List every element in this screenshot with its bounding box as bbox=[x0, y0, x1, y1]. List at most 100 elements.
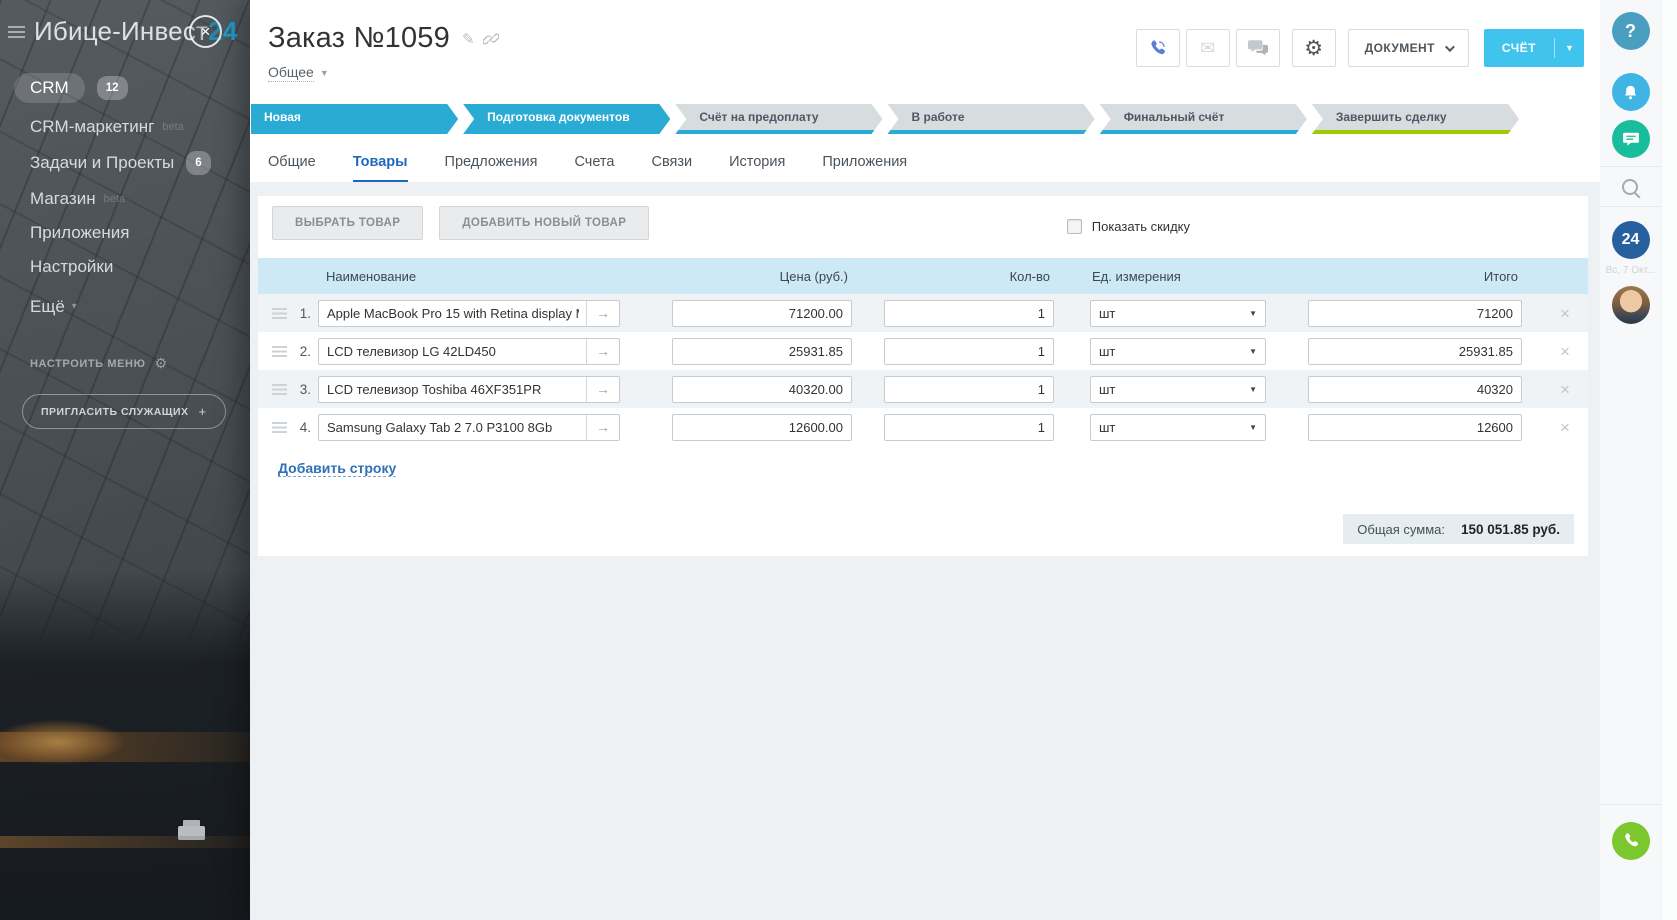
total-input[interactable] bbox=[1308, 414, 1522, 441]
open-product-arrow-icon[interactable]: → bbox=[586, 377, 619, 402]
order-total: Общая сумма: 150 051.85 руб. bbox=[1343, 514, 1574, 544]
add-new-product-button[interactable]: ДОБАВИТЬ НОВЫЙ ТОВАР bbox=[439, 206, 649, 240]
quantity-input[interactable] bbox=[884, 414, 1054, 441]
open-product-arrow-icon[interactable]: → bbox=[586, 301, 619, 326]
messenger-button[interactable] bbox=[1612, 120, 1650, 158]
stage-in-progress[interactable]: В работе bbox=[888, 104, 1095, 134]
drag-handle-icon[interactable] bbox=[272, 384, 287, 395]
tab-invoices[interactable]: Счета bbox=[574, 154, 614, 182]
close-slider-button[interactable]: × bbox=[189, 15, 222, 48]
stage-final-invoice[interactable]: Финальный счёт bbox=[1100, 104, 1307, 134]
order-tabs: Общие Товары Предложения Счета Связи Ист… bbox=[250, 134, 1600, 182]
show-discount-label: Показать скидку bbox=[1092, 219, 1190, 234]
bitrix24-badge[interactable]: 24 bbox=[1612, 221, 1650, 259]
beta-tag: beta bbox=[104, 189, 125, 209]
invite-employees-button[interactable]: ПРИГЛАСИТЬ СЛУЖАЩИХ + bbox=[22, 394, 226, 429]
delete-row-button[interactable]: × bbox=[1556, 419, 1574, 436]
unit-select[interactable]: шт▼ bbox=[1090, 300, 1266, 327]
total-input[interactable] bbox=[1308, 338, 1522, 365]
price-input[interactable] bbox=[672, 300, 852, 327]
notifications-button[interactable] bbox=[1612, 73, 1650, 111]
sidebar-item-tasks-projects[interactable]: Задачи и Проекты 6 bbox=[30, 151, 252, 175]
tab-proposals[interactable]: Предложения bbox=[445, 154, 538, 182]
main-menu: CRM 12 CRM-маркетинг beta Задачи и Проек… bbox=[30, 73, 252, 317]
drag-handle-icon[interactable] bbox=[272, 308, 287, 319]
right-rail: ? 24 Вс, 7 Окт... bbox=[1600, 0, 1677, 920]
product-name-input[interactable] bbox=[318, 300, 620, 327]
open-product-arrow-icon[interactable]: → bbox=[586, 415, 619, 440]
chat-button[interactable] bbox=[1236, 29, 1280, 67]
order-panel: Заказ №1059 ✎ Общее ▼ ✉ ⚙ bbox=[250, 0, 1600, 920]
crm-counter-badge: 12 bbox=[97, 76, 128, 100]
quantity-input[interactable] bbox=[884, 376, 1054, 403]
sidebar-item-store[interactable]: Магазин beta bbox=[30, 189, 252, 209]
price-input[interactable] bbox=[672, 414, 852, 441]
delete-row-button[interactable]: × bbox=[1556, 305, 1574, 322]
show-discount-toggle[interactable]: Показать скидку bbox=[1067, 219, 1190, 234]
tab-products[interactable]: Товары bbox=[353, 154, 408, 182]
price-input[interactable] bbox=[672, 338, 852, 365]
tab-relations[interactable]: Связи bbox=[651, 154, 692, 182]
chevron-down-icon: ▼ bbox=[1249, 385, 1257, 394]
total-input[interactable] bbox=[1308, 300, 1522, 327]
search-icon[interactable] bbox=[1621, 178, 1641, 198]
chevron-down-icon: ▼ bbox=[1249, 423, 1257, 432]
price-input[interactable] bbox=[672, 376, 852, 403]
product-name-input[interactable] bbox=[318, 338, 620, 365]
row-number: 3. bbox=[292, 382, 318, 397]
beta-tag: beta bbox=[162, 117, 183, 137]
invoice-button[interactable]: СЧЁТ bbox=[1484, 29, 1554, 67]
select-product-button[interactable]: ВЫБРАТЬ ТОВАР bbox=[272, 206, 423, 240]
user-avatar[interactable] bbox=[1612, 286, 1650, 324]
product-name-input[interactable] bbox=[318, 376, 620, 403]
tab-history[interactable]: История bbox=[729, 154, 785, 182]
help-button[interactable]: ? bbox=[1612, 12, 1650, 50]
add-row-link[interactable]: Добавить строку bbox=[278, 460, 396, 477]
sidebar-item-apps[interactable]: Приложения bbox=[30, 223, 252, 243]
sidebar-item-crm-marketing[interactable]: CRM-маркетинг beta bbox=[30, 117, 252, 137]
delete-row-button[interactable]: × bbox=[1556, 343, 1574, 360]
unit-select[interactable]: шт▼ bbox=[1090, 376, 1266, 403]
sidebar-item-more[interactable]: Ещё ▾ bbox=[30, 297, 252, 317]
tab-general[interactable]: Общие bbox=[268, 154, 316, 182]
hamburger-menu-icon[interactable] bbox=[8, 26, 25, 38]
edit-title-icon[interactable]: ✎ bbox=[462, 30, 475, 48]
drag-handle-icon[interactable] bbox=[272, 422, 287, 433]
bell-icon bbox=[1621, 83, 1640, 102]
stage-document-preparation[interactable]: Подготовка документов bbox=[463, 104, 670, 134]
settings-gear-button[interactable]: ⚙ bbox=[1292, 29, 1336, 67]
left-sidebar: Ибице-Инвест24 CRM 12 CRM-маркетинг beta… bbox=[0, 0, 252, 429]
show-discount-checkbox[interactable] bbox=[1067, 219, 1082, 234]
quantity-input[interactable] bbox=[884, 338, 1054, 365]
tab-attachments[interactable]: Приложения bbox=[822, 154, 907, 182]
sidebar-item-crm[interactable]: CRM 12 bbox=[30, 73, 252, 103]
quantity-input[interactable] bbox=[884, 300, 1054, 327]
stage-close-deal[interactable]: Завершить сделку bbox=[1312, 104, 1519, 134]
chat-bubbles-icon bbox=[1247, 38, 1269, 58]
rail-divider bbox=[1600, 206, 1661, 207]
document-button[interactable]: ДОКУМЕНТ bbox=[1348, 29, 1469, 67]
open-product-arrow-icon[interactable]: → bbox=[586, 339, 619, 364]
call-button[interactable] bbox=[1136, 29, 1180, 67]
unit-select[interactable]: шт▼ bbox=[1090, 414, 1266, 441]
delete-row-button[interactable]: × bbox=[1556, 381, 1574, 398]
telephony-button[interactable] bbox=[1612, 822, 1650, 860]
product-name-input[interactable] bbox=[318, 414, 620, 441]
configure-menu-button[interactable]: НАСТРОИТЬ МЕНЮ ⚙ bbox=[30, 355, 252, 372]
sidebar-item-settings[interactable]: Настройки bbox=[30, 257, 252, 277]
section-selector[interactable]: Общее bbox=[268, 64, 314, 82]
stage-prepayment-invoice[interactable]: Счёт на предоплату bbox=[675, 104, 882, 134]
total-input[interactable] bbox=[1308, 376, 1522, 403]
gear-icon: ⚙ bbox=[155, 355, 168, 372]
column-header-name: Наименование bbox=[318, 269, 620, 284]
copy-link-icon[interactable] bbox=[483, 31, 499, 47]
invoice-dropdown-arrow[interactable]: ▼ bbox=[1555, 29, 1584, 67]
stage-new[interactable]: Новая bbox=[251, 104, 458, 134]
chevron-down-icon: ▼ bbox=[320, 68, 329, 78]
unit-select[interactable]: шт▼ bbox=[1090, 338, 1266, 365]
sidebar-item-crm-label: CRM bbox=[14, 73, 85, 103]
page-title: Заказ №1059 bbox=[268, 22, 450, 55]
email-button[interactable]: ✉ bbox=[1186, 29, 1230, 67]
company-name: Ибице-Инвест bbox=[34, 16, 208, 46]
drag-handle-icon[interactable] bbox=[272, 346, 287, 357]
